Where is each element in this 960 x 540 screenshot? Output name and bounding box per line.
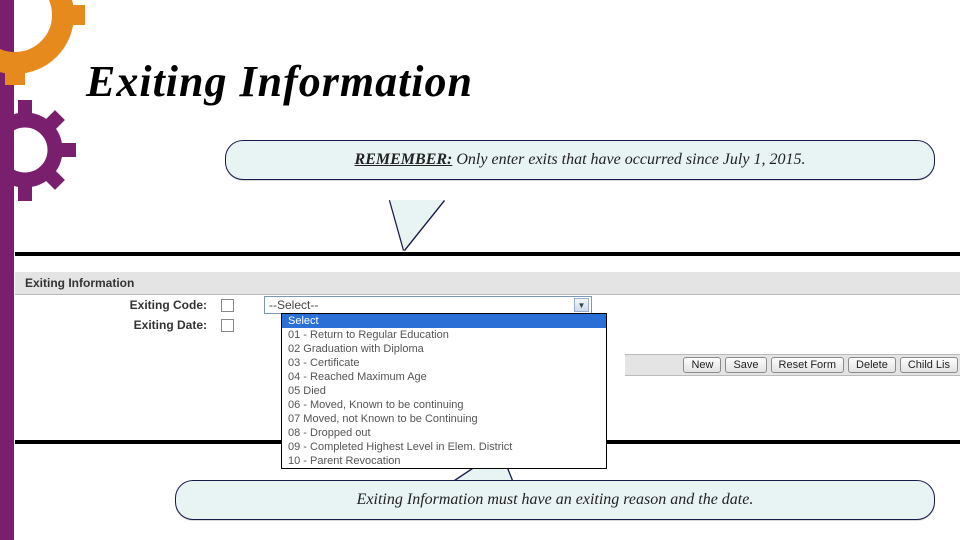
child-list-button[interactable]: Child Lis — [900, 357, 958, 373]
toolbar: New Save Reset Form Delete Child Lis — [625, 354, 960, 376]
dropdown-option[interactable]: 03 - Certificate — [282, 356, 606, 370]
dropdown-option[interactable]: 10 - Parent Revocation — [282, 454, 606, 468]
dropdown-option[interactable]: 07 Moved, not Known to be Continuing — [282, 412, 606, 426]
callout-remember: REMEMBER: Only enter exits that have occ… — [225, 140, 935, 180]
save-button[interactable]: Save — [725, 357, 766, 373]
dropdown-option[interactable]: 05 Died — [282, 384, 606, 398]
panel-heading: Exiting Information — [15, 272, 960, 295]
chevron-down-icon: ▼ — [574, 298, 589, 312]
checkbox-exiting-date[interactable] — [221, 319, 234, 332]
dropdown-option[interactable]: 09 - Completed Highest Level in Elem. Di… — [282, 440, 606, 454]
form-panel: Exiting Information Exiting Code: --Sele… — [15, 252, 960, 444]
page-title: Exiting Information — [86, 56, 473, 107]
callout-note: Exiting Information must have an exiting… — [175, 480, 935, 520]
label-exiting-date: Exiting Date: — [15, 318, 215, 332]
dropdown-option[interactable]: 01 - Return to Regular Education — [282, 328, 606, 342]
new-button[interactable]: New — [683, 357, 721, 373]
dropdown-option[interactable]: 06 - Moved, Known to be continuing — [282, 398, 606, 412]
row-exiting-code: Exiting Code: --Select-- ▼ — [15, 295, 960, 315]
dropdown-exiting-code[interactable]: Select 01 - Return to Regular Education … — [281, 313, 607, 469]
callout-remember-label: REMEMBER: — [355, 151, 453, 168]
slide: Exiting Information REMEMBER: Only enter… — [0, 0, 960, 540]
label-exiting-code: Exiting Code: — [15, 298, 215, 312]
dropdown-option[interactable]: 08 - Dropped out — [282, 426, 606, 440]
dropdown-option[interactable]: Select — [282, 314, 606, 328]
checkbox-exiting-code[interactable] — [221, 299, 234, 312]
select-exiting-code[interactable]: --Select-- ▼ — [264, 296, 592, 314]
dropdown-option[interactable]: 04 - Reached Maximum Age — [282, 370, 606, 384]
dropdown-option[interactable]: 02 Graduation with Diploma — [282, 342, 606, 356]
delete-button[interactable]: Delete — [848, 357, 896, 373]
select-value: --Select-- — [269, 298, 318, 312]
callout-note-text: Exiting Information must have an exiting… — [357, 491, 754, 508]
callout-tail — [390, 200, 444, 250]
gear-icon — [0, 95, 90, 215]
callout-remember-text: Only enter exits that have occurred sinc… — [456, 151, 805, 168]
reset-button[interactable]: Reset Form — [771, 357, 844, 373]
